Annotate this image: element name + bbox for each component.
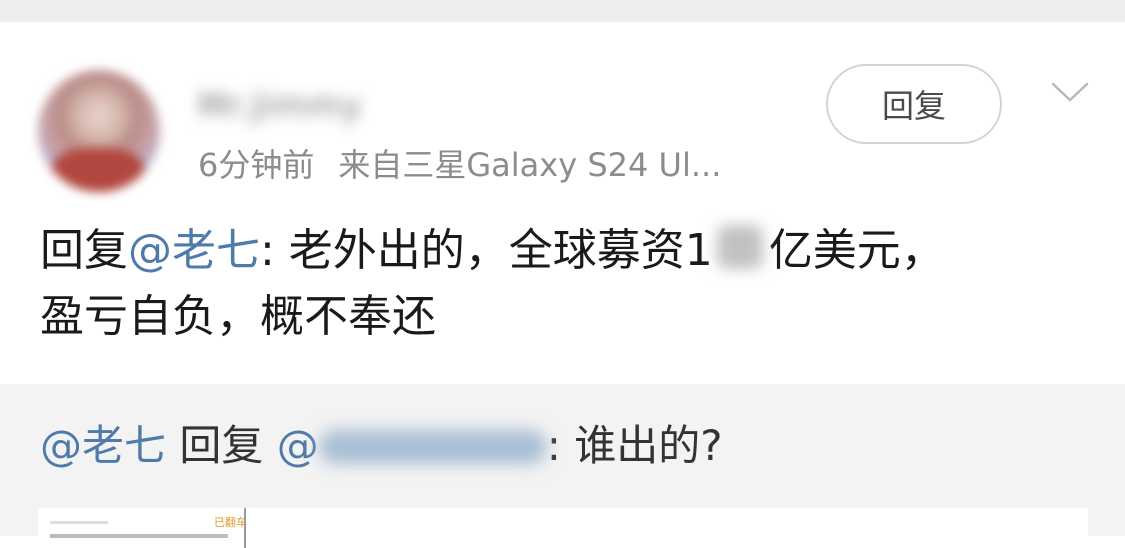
chevron-down-icon[interactable] (1050, 76, 1090, 108)
avatar[interactable] (38, 70, 160, 192)
quoted-reply-word: 回复 (166, 421, 277, 470)
thumbnail-divider (244, 508, 246, 548)
comment-body: 回复@老七: 老外出的，全球募资1 亿美元， 盈亏自负，概不奉还 (40, 218, 1100, 350)
redaction-blur (716, 225, 763, 269)
comment-text-end: 亿美元， (768, 225, 945, 276)
thumbnail-text-line (50, 521, 108, 524)
timestamp: 6分钟前 (198, 146, 315, 184)
mention-link[interactable]: @老七 (128, 225, 260, 276)
top-separator (0, 0, 1125, 22)
comment-meta: 6分钟前 来自三星Galaxy S24 Ul... (198, 140, 721, 186)
quoted-reply-text: @老七 回复 @ : 谁出的? (40, 412, 723, 473)
quoted-mention-link[interactable]: @老七 (40, 421, 166, 470)
quoted-at-sign[interactable]: @ (277, 421, 319, 470)
comment-line-1: 回复@老七: 老外出的，全球募资1 亿美元， (40, 218, 1100, 284)
reply-button[interactable]: 回复 (826, 64, 1002, 144)
attached-image-thumbnail[interactable]: 已翻车 (38, 508, 1088, 548)
quoted-reply[interactable]: @老七 回复 @ : 谁出的? 已翻车 (0, 384, 1125, 548)
redacted-username (318, 430, 547, 464)
reply-prefix: 回复 (40, 225, 128, 276)
thumbnail-bar (50, 534, 228, 538)
device-source: 来自三星Galaxy S24 Ul... (338, 146, 722, 184)
comment-text: : 老外出的，全球募资1 (260, 225, 713, 276)
comment-line-2: 盈亏自负，概不奉还 (40, 291, 436, 342)
quoted-text: : 谁出的? (546, 421, 723, 470)
thumbnail-tag: 已翻车 (214, 516, 247, 529)
username[interactable]: Mr.Jimmy (198, 86, 363, 126)
comment-card: Mr.Jimmy 6分钟前 来自三星Galaxy S24 Ul... 回复 回复@… (0, 22, 1125, 384)
